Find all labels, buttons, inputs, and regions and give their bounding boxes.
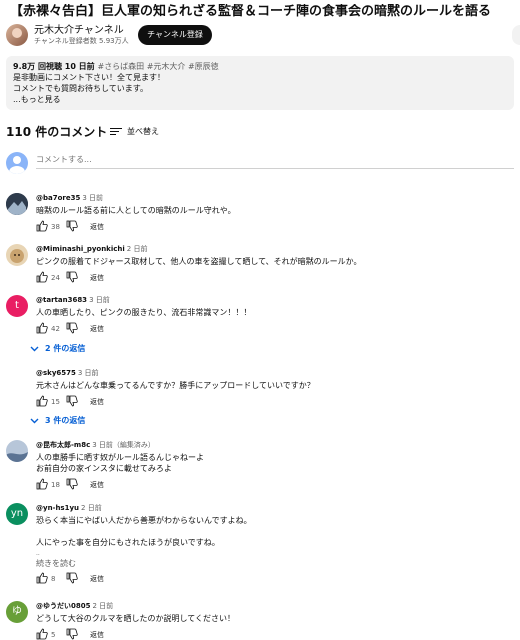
commenter-avatar[interactable]	[6, 244, 28, 266]
thumbs-up-icon[interactable]	[36, 478, 48, 490]
comment-time[interactable]: 2 日前	[81, 504, 102, 512]
view-count: 9.8万 回視聴	[13, 62, 62, 71]
thumbs-down-icon[interactable]	[66, 572, 78, 584]
reply-button[interactable]: 返信	[90, 395, 104, 409]
comment-actions: 24 返信	[36, 271, 514, 285]
hashtags[interactable]: #さらば森田 #元木大介 #原辰徳	[97, 62, 218, 71]
read-more-link[interactable]: 続きを読む	[36, 558, 514, 569]
chevron-down-icon	[30, 418, 39, 424]
comment-time[interactable]: 3 日前	[78, 369, 99, 377]
commenter-avatar[interactable]	[6, 440, 28, 462]
like-count: 42	[51, 325, 60, 333]
comment-actions: 15 返信	[36, 395, 514, 409]
comment-actions: 8 返信	[36, 572, 514, 586]
like-count: 5	[51, 631, 56, 639]
comment-text: 暗黙のルール語る前に人としての暗黙のルール守れや。	[36, 206, 236, 215]
thumbs-down-icon[interactable]	[66, 628, 78, 640]
thumbs-up-icon[interactable]	[36, 628, 48, 640]
description-line-1: 是非動画にコメント下さい！全て見ます！	[13, 73, 165, 82]
add-comment-row	[6, 152, 514, 176]
comment-author[interactable]: @昆布太郎-m8c	[36, 441, 90, 449]
reply-button[interactable]: 返信	[90, 478, 104, 492]
thumbs-up-icon[interactable]	[36, 271, 48, 283]
like-count: 18	[51, 481, 60, 489]
subscriber-count: チャンネル登録者数 5.93万人	[34, 37, 129, 45]
commenter-avatar[interactable]	[6, 368, 28, 390]
thumbs-down-icon[interactable]	[66, 395, 78, 407]
sort-label: 並べ替え	[127, 127, 159, 136]
comment-author[interactable]: @sky6575	[36, 369, 76, 377]
comment-time[interactable]: 3 日前	[89, 296, 110, 304]
channel-avatar[interactable]	[6, 24, 28, 46]
replies-count: 2 件の返信	[45, 344, 86, 353]
reply-button[interactable]: 返信	[90, 220, 104, 234]
channel-name[interactable]: 元木大介チャンネル	[34, 25, 124, 37]
comment-actions: 5 返信	[36, 628, 514, 640]
comment-input[interactable]	[36, 153, 514, 169]
commenter-avatar[interactable]: ゆ	[6, 601, 28, 623]
comment-time[interactable]: 3 日前	[82, 194, 103, 202]
description-box[interactable]: 9.8万 回視聴 10 日前 #さらば森田 #元木大介 #原辰徳 是非動画にコメ…	[6, 56, 514, 110]
comment-actions: 38 返信	[36, 220, 514, 234]
replies-toggle[interactable]: 2 件の返信	[30, 343, 85, 355]
thumbs-up-icon[interactable]	[36, 220, 48, 232]
thumbs-down-icon[interactable]	[66, 220, 78, 232]
comments-header: 110 件のコメント 並べ替え	[6, 124, 306, 140]
replies-toggle[interactable]: 3 件の返信	[30, 415, 85, 427]
thumbs-up-icon[interactable]	[36, 322, 48, 334]
commenter-avatar[interactable]	[6, 193, 28, 215]
user-avatar	[6, 152, 28, 174]
comment-time[interactable]: 3 日前（編集済み）	[92, 441, 155, 449]
channel-row: 元木大介チャンネル チャンネル登録者数 5.93万人 チャンネル登録	[6, 24, 520, 50]
chevron-down-icon	[30, 346, 39, 352]
thumbs-down-icon[interactable]	[66, 271, 78, 283]
comment-actions: 18 返信	[36, 478, 514, 492]
reply-button[interactable]: 返信	[90, 322, 104, 336]
like-count: 15	[51, 398, 60, 406]
comment-text: 人の車晒したり、ピンクの服きたり、流石非常識マン！！！	[36, 308, 252, 317]
comment-actions: 42 返信	[36, 322, 514, 336]
thumbs-up-icon[interactable]	[36, 395, 48, 407]
comment-ellipsis: ..	[36, 550, 40, 557]
thumbs-down-icon[interactable]	[66, 478, 78, 490]
comment-text: 元木さんはどんな車乗ってるんですか？勝手にアップロードしていいですか？	[36, 381, 315, 390]
thumbs-up-icon[interactable]	[36, 572, 48, 584]
reply-button[interactable]: 返信	[90, 628, 104, 640]
sort-icon	[110, 127, 122, 136]
video-title: 【赤裸々告白】巨人軍の知られざる監督＆コーチ陣の食事会の暗黙のルールを語る	[10, 4, 492, 19]
commenter-avatar[interactable]: yn	[6, 503, 28, 525]
comment-text-line-2: お前自分の家インスタに載せてみろよ	[36, 464, 172, 473]
comment-text: 人の車勝手に晒す奴がルール語るんじゃねーよ	[36, 453, 204, 462]
comment-text-line-2: 人にやった事を自分にもされたほうが良いですね。	[36, 538, 220, 547]
like-count: 8	[51, 575, 56, 583]
like-count: 24	[51, 274, 60, 282]
comments-count: 110 件のコメント	[6, 125, 108, 139]
replies-count: 3 件の返信	[45, 416, 86, 425]
comment-author[interactable]: @tartan3683	[36, 296, 87, 304]
comment-time[interactable]: 2 日前	[127, 245, 148, 253]
comment-text: どうして大谷のクルマを晒したのか説明してください！	[36, 614, 236, 623]
subscribe-button[interactable]: チャンネル登録	[138, 25, 212, 45]
comment-text: ピンクの服着てドジャース取材して、他人の車を盗撮して晒して、それが暗黙のルールか…	[36, 257, 362, 266]
like-count: 38	[51, 223, 60, 231]
reply-button[interactable]: 返信	[90, 572, 104, 586]
show-more-link[interactable]: ...もっと見る	[13, 94, 507, 105]
description-meta: 9.8万 回視聴 10 日前 #さらば森田 #元木大介 #原辰徳	[13, 61, 507, 72]
comment-time[interactable]: 2 日前	[92, 602, 113, 610]
comment-author[interactable]: @ba7ore35	[36, 194, 80, 202]
commenter-avatar[interactable]: t	[6, 295, 28, 317]
description-line-2: コメントでも質問お待ちしています。	[13, 84, 148, 93]
comment-author[interactable]: @Miminashi_pyonkichi	[36, 245, 125, 253]
upload-age: 10 日前	[64, 62, 95, 71]
action-pill-edge[interactable]	[512, 25, 520, 45]
thumbs-down-icon[interactable]	[66, 322, 78, 334]
comment-text: 恐らく本当にやばい人だから善悪がわからないんですよね。	[36, 516, 252, 525]
reply-button[interactable]: 返信	[90, 271, 104, 285]
sort-button[interactable]: 並べ替え	[110, 126, 159, 138]
comment-author[interactable]: @yn-hs1yu	[36, 504, 79, 512]
comment-author[interactable]: @ゆうだい0805	[36, 602, 90, 610]
